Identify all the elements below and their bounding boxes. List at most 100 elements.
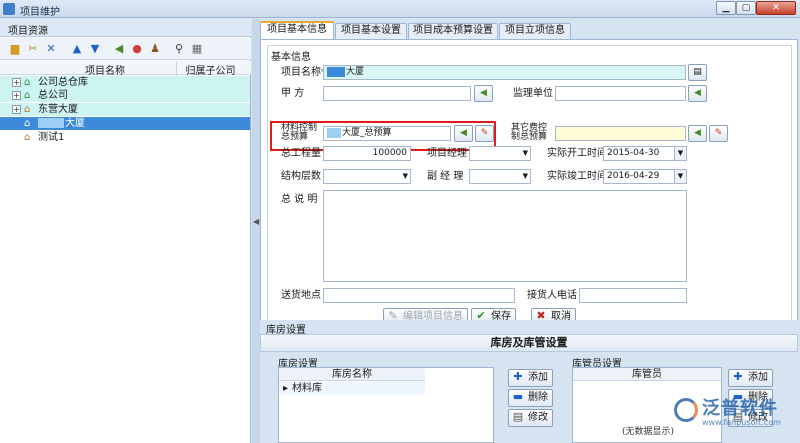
tree-item-selected[interactable]: ⌂ 大厦	[0, 117, 250, 130]
warehouse-grid: 库房名称 ▸ 材料库	[278, 367, 494, 443]
tree-item-label: 测试1	[38, 132, 65, 143]
minimize-button[interactable]: ▁	[716, 1, 736, 15]
column-warehouse-name[interactable]: 库房名称	[279, 368, 425, 381]
end-date-label: 实际竣工时间	[547, 171, 607, 182]
home-icon: ⌂	[24, 90, 31, 101]
client-label: 甲 方	[281, 88, 305, 99]
column-keeper[interactable]: 库管员	[573, 368, 721, 381]
minus-icon: ▬	[512, 390, 524, 403]
column-project-name[interactable]: 项目名称	[40, 62, 170, 77]
folder-icon[interactable]: ▆	[8, 42, 22, 56]
quantity-label: 总工程量	[281, 148, 321, 159]
warehouse-band-title: 库房及库管设置	[260, 334, 798, 352]
client-picker-icon[interactable]: ◀	[474, 85, 493, 102]
tree-item[interactable]: + ⌂ 总公司	[0, 89, 250, 102]
panel-splitter[interactable]: ◀	[252, 19, 260, 443]
collapse-arrow-icon[interactable]: ◀	[253, 217, 259, 239]
deputy-select[interactable]: ▼	[469, 169, 531, 184]
tree-item[interactable]: + ⌂ 东营大厦	[0, 103, 250, 116]
empty-data-caption: (无数据显示)	[622, 427, 675, 437]
tab-cost-budget[interactable]: 项目成本预算设置	[408, 23, 498, 39]
material-budget-input[interactable]: 大厦_总预算	[323, 126, 451, 141]
redacted-text	[327, 66, 345, 77]
tab-project-approval[interactable]: 项目立项信息	[499, 23, 571, 39]
table-row[interactable]: ▸ 材料库	[279, 382, 425, 395]
delivery-input[interactable]	[323, 288, 515, 303]
material-clear-icon[interactable]: ✎	[475, 125, 494, 142]
end-date-input[interactable]: 2016-04-29 ▼	[603, 169, 687, 184]
maximize-button[interactable]: ▢	[736, 1, 756, 15]
description-textarea[interactable]	[323, 190, 687, 282]
project-name-input[interactable]: 大厦	[323, 65, 686, 80]
down-icon[interactable]: ▼	[88, 42, 102, 56]
panel-title: 项目资源	[0, 19, 251, 37]
start-date-label: 实际开工时间	[547, 148, 607, 159]
warehouse-modify-button[interactable]: ▤ 修改	[508, 409, 553, 427]
start-date-input[interactable]: 2015-04-30 ▼	[603, 146, 687, 161]
tree-item-label: 总公司	[38, 90, 68, 101]
client-input[interactable]	[323, 86, 471, 101]
expand-icon[interactable]: +	[12, 91, 21, 100]
plus-icon: ✚	[513, 370, 523, 383]
home-icon: ⌂	[24, 104, 31, 115]
brand-url: www.fanpusoft.com	[702, 418, 781, 427]
name-picker-button[interactable]: ▤	[688, 64, 707, 81]
home-icon: ⌂	[24, 77, 31, 88]
edit-icon: ▤	[512, 410, 524, 423]
delete-icon[interactable]: ✕	[44, 42, 58, 56]
structure-select[interactable]: ▼	[323, 169, 411, 184]
up-icon[interactable]: ▲	[70, 42, 84, 56]
tree-item[interactable]: + ⌂ 公司总仓库	[0, 76, 250, 89]
expand-icon[interactable]: +	[12, 105, 21, 114]
structure-label: 结构层数	[281, 171, 321, 182]
warehouse-add-button[interactable]: ✚ 添加	[508, 369, 553, 387]
supervisor-label: 监理单位	[513, 88, 553, 99]
deputy-label: 副 经 理	[427, 171, 464, 182]
row-pointer-icon: ▸	[283, 383, 289, 394]
dropdown-icon[interactable]: ▼	[674, 170, 686, 183]
grid-icon[interactable]: ▦	[190, 42, 204, 56]
home-icon: ⌂	[24, 118, 31, 129]
tab-basic-settings[interactable]: 项目基本设置	[335, 23, 407, 39]
keeper-add-button[interactable]: ✚ 添加	[728, 369, 773, 387]
tree-item-label: 东营大厦	[38, 104, 78, 115]
home-icon: ⌂	[24, 132, 31, 143]
quantity-input[interactable]: 100000	[323, 146, 411, 161]
project-detail-area: 项目基本信息 项目基本设置 项目成本预算设置 项目立项信息 基本信息 项目名称*…	[260, 19, 800, 443]
other-picker-icon[interactable]: ◀	[688, 125, 707, 142]
tree-item-label: 大厦	[38, 117, 85, 130]
other-budget-label: 其它费控 制总预算	[511, 123, 548, 142]
back-icon[interactable]: ◀	[112, 42, 126, 56]
other-budget-input[interactable]	[555, 126, 686, 141]
redacted-text	[38, 118, 64, 128]
tab-basic-info[interactable]: 项目基本信息	[260, 21, 334, 40]
supervisor-picker-icon[interactable]: ◀	[688, 85, 707, 102]
users-icon[interactable]: ♟	[148, 42, 162, 56]
material-picker-icon[interactable]: ◀	[454, 125, 473, 142]
other-clear-icon[interactable]: ✎	[709, 125, 728, 142]
expand-icon[interactable]: +	[12, 78, 21, 87]
color-icon[interactable]: ●	[130, 42, 144, 56]
tree-header: 项目名称 归属子公司	[0, 61, 251, 77]
warehouse-delete-button[interactable]: ▬ 删除	[508, 389, 553, 407]
close-button[interactable]: ✕	[756, 1, 796, 15]
description-label: 总 说 明	[281, 194, 318, 205]
warehouse-section-title: 库房设置	[260, 320, 800, 336]
tree-item[interactable]: ⌂ 测试1	[0, 131, 250, 144]
tree-toolbar: ▆ ✂ ✕ ▲ ▼ ◀ ● ♟ ⚲ ▦	[0, 38, 251, 60]
logo-mark-icon	[674, 398, 698, 422]
manager-select[interactable]: ▼	[469, 146, 531, 161]
project-resource-panel: 项目资源 ▆ ✂ ✕ ▲ ▼ ◀ ● ♟ ⚲ ▦ 项目名称 归属子公司 + ⌂ …	[0, 19, 251, 443]
receiver-phone-input[interactable]	[579, 288, 687, 303]
window-title: 项目维护	[20, 7, 60, 18]
redacted-text	[327, 127, 341, 138]
brand-logo: 泛普软件 www.fanpusoft.com	[672, 392, 800, 432]
material-budget-label: 材料控制 总预算	[281, 123, 318, 142]
dropdown-icon[interactable]: ▼	[674, 147, 686, 160]
cut-icon[interactable]: ✂	[26, 42, 40, 56]
tree-item-label: 公司总仓库	[38, 77, 88, 88]
manager-label: 项目经理	[427, 148, 467, 159]
find-icon[interactable]: ⚲	[172, 42, 186, 56]
supervisor-input[interactable]	[555, 86, 686, 101]
column-subsidiary[interactable]: 归属子公司	[176, 62, 244, 77]
